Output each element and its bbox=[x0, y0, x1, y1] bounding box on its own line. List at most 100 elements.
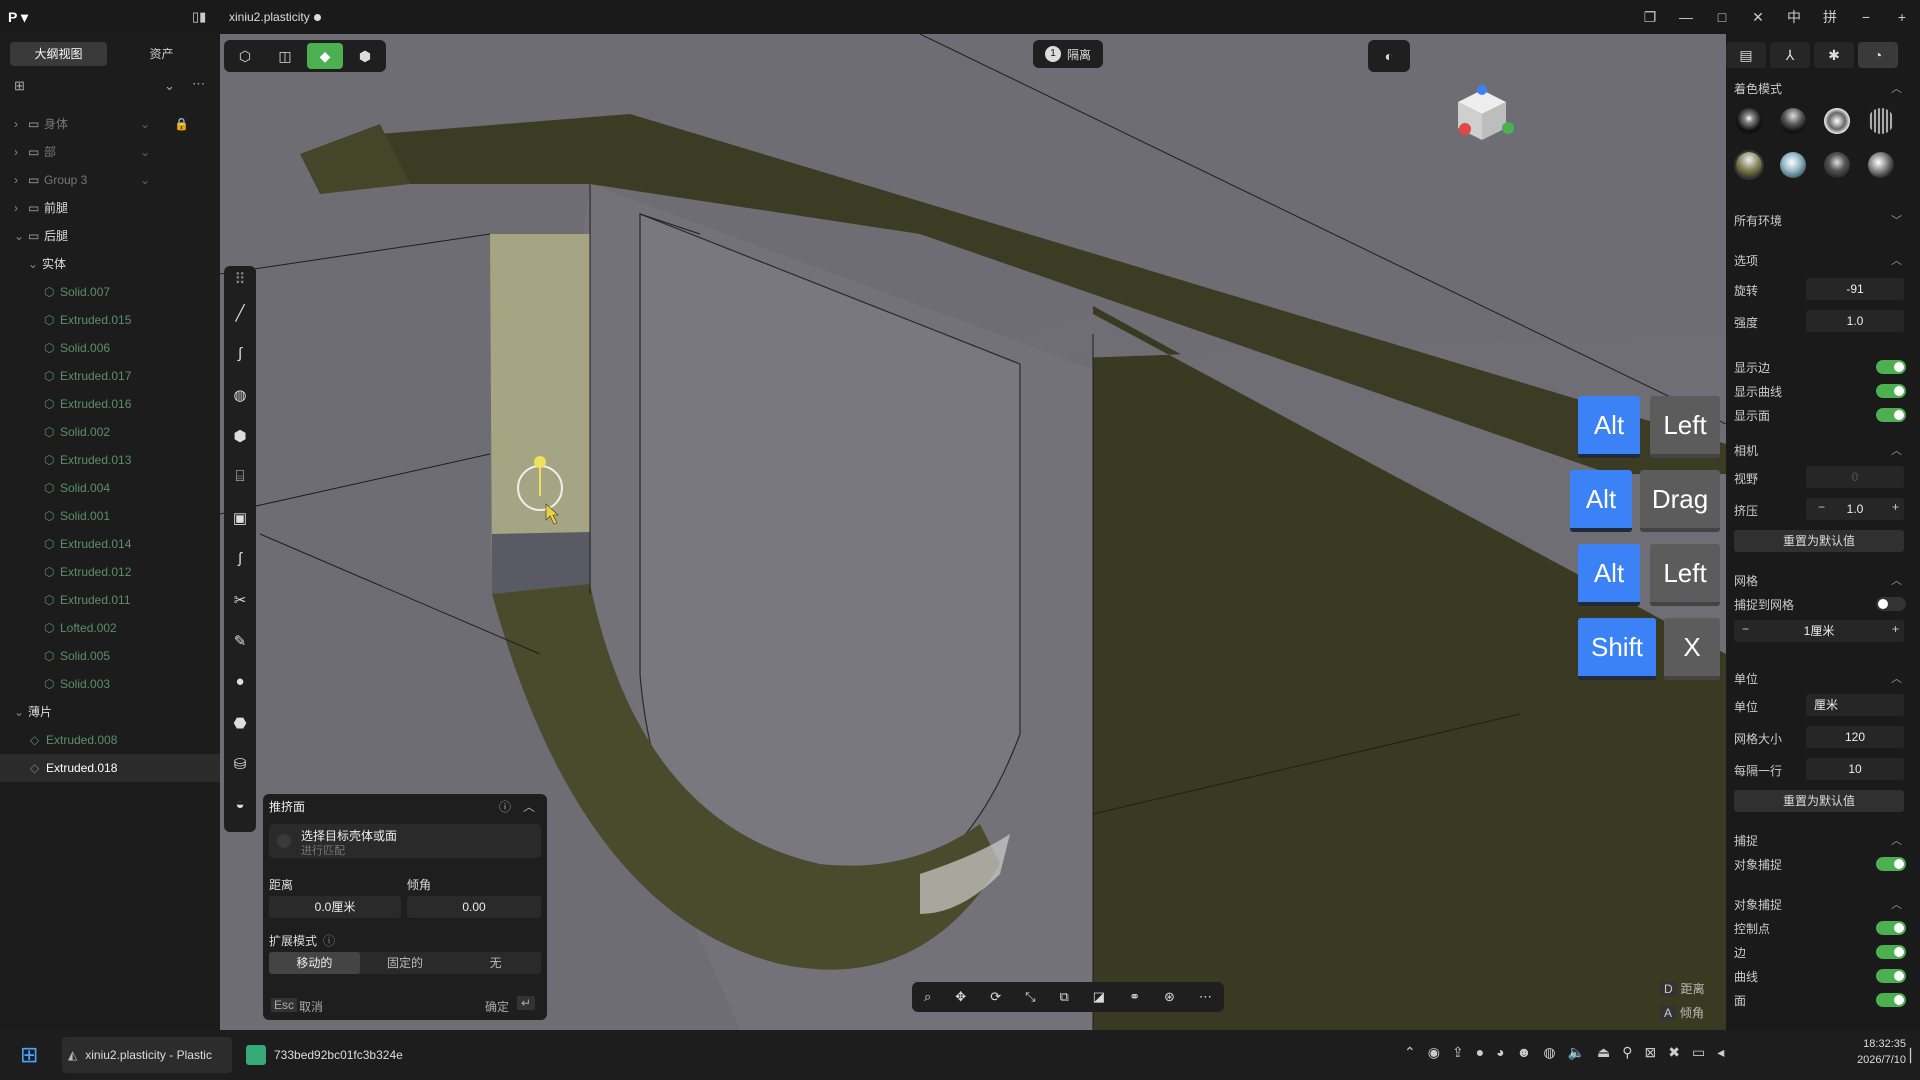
volume-icon[interactable]: 🔈 bbox=[1568, 1044, 1585, 1061]
face-mode-icon[interactable]: ◆ bbox=[307, 43, 343, 69]
tab-settings-icon[interactable]: ✱ bbox=[1814, 42, 1854, 68]
cancel-button[interactable]: 取消 bbox=[299, 998, 323, 1015]
user-tray-icon[interactable]: ☻ bbox=[1517, 1044, 1532, 1061]
polygon-tool-icon[interactable]: ⬢ bbox=[224, 415, 256, 456]
maximize-button[interactable]: □ bbox=[1704, 9, 1740, 25]
scale-icon[interactable]: ⤡ bbox=[1025, 989, 1035, 1005]
more-icon[interactable]: ⋯ bbox=[192, 76, 205, 92]
pen-tool-icon[interactable]: ✎ bbox=[224, 620, 256, 661]
tree-item[interactable]: ⬡ Lofted.002 bbox=[0, 614, 220, 642]
target-selector[interactable]: 选择目标壳体或面 进行匹配 bbox=[269, 824, 541, 858]
snap-icon[interactable]: ⊛ bbox=[1164, 989, 1175, 1005]
mode-none[interactable]: 无 bbox=[450, 952, 541, 974]
app-menu-icon[interactable]: P ▾ bbox=[0, 9, 36, 26]
shading-matcap-3[interactable] bbox=[1824, 108, 1850, 134]
tree-item[interactable]: ⬡ Extruded.011 bbox=[0, 586, 220, 614]
chevron-down-icon[interactable]: ⌄ bbox=[164, 78, 175, 94]
tree-item[interactable]: ⬡ Solid.005 bbox=[0, 642, 220, 670]
shading-matcap-4[interactable] bbox=[1868, 108, 1894, 134]
tree-item[interactable]: ⬡ Extruded.013 bbox=[0, 446, 220, 474]
line-tool-icon[interactable]: ╱ bbox=[224, 292, 256, 333]
snap-curves-toggle[interactable] bbox=[1876, 969, 1906, 983]
every-row-input[interactable]: 10 bbox=[1806, 758, 1904, 780]
visibility-chevron-icon[interactable]: ⌄ bbox=[140, 110, 150, 138]
plus-icon[interactable]: + bbox=[1892, 622, 1899, 636]
strength-input[interactable]: 1.0 bbox=[1806, 310, 1904, 332]
boolean-icon[interactable]: ◪ bbox=[1093, 989, 1105, 1005]
new-folder-icon[interactable]: ⊞ bbox=[14, 78, 25, 94]
app-tray-icon[interactable]: ◕ bbox=[1496, 1044, 1504, 1061]
snap-faces-toggle[interactable] bbox=[1876, 993, 1906, 1007]
show-curves-toggle[interactable] bbox=[1876, 384, 1906, 398]
taskbar-app-2[interactable]: 733bed92bc01fc3b324e bbox=[246, 1037, 403, 1073]
input-method-icon[interactable]: 中 bbox=[1776, 7, 1812, 27]
chevron-down-icon[interactable]: ⌄ bbox=[14, 698, 24, 726]
monitor-icon[interactable]: ▭ bbox=[1692, 1044, 1705, 1061]
tree-item[interactable]: ⌄ ▭ 后腿 bbox=[0, 222, 220, 250]
tree-item[interactable]: ⬡ Extruded.017 bbox=[0, 362, 220, 390]
mode-fixed[interactable]: 固定的 bbox=[360, 952, 451, 974]
tree-item[interactable]: › ▭ Group 3 ⌄ bbox=[0, 166, 220, 194]
solid-mode-icon[interactable]: ⬢ bbox=[347, 43, 383, 69]
cube-tool-icon[interactable]: ⬣ bbox=[224, 702, 256, 743]
curve-tool-icon[interactable]: ∫ bbox=[224, 333, 256, 374]
object-snap-toggle[interactable] bbox=[1876, 857, 1906, 871]
spline-tool-icon[interactable]: ʃ bbox=[224, 538, 256, 579]
tree-item[interactable]: ⌄ 实体 bbox=[0, 250, 220, 278]
close-tray-icon[interactable]: ✖ bbox=[1668, 1044, 1680, 1061]
fov-input[interactable]: 0 bbox=[1806, 466, 1904, 488]
fillet-tool-icon[interactable]: ◒ bbox=[224, 784, 256, 825]
snap-grid-toggle[interactable] bbox=[1876, 597, 1906, 611]
distance-input[interactable]: 0.0厘米 bbox=[269, 896, 401, 918]
isolate-button[interactable]: 1 隔离 bbox=[1033, 40, 1103, 68]
shading-matcap-2[interactable] bbox=[1780, 108, 1806, 134]
tree-item[interactable]: ⬡ Solid.006 bbox=[0, 334, 220, 362]
tree-item[interactable]: ⬡ Extruded.016 bbox=[0, 390, 220, 418]
angle-input[interactable]: 0.00 bbox=[407, 896, 541, 918]
tab-nodes-icon[interactable]: ⅄ bbox=[1770, 42, 1810, 68]
cylinder-tool-icon[interactable]: ⌸ bbox=[224, 456, 256, 497]
shading-matcap-6[interactable] bbox=[1780, 152, 1806, 178]
layout-icon[interactable]: ❐ bbox=[1632, 9, 1668, 26]
tab-assets[interactable]: 资产 bbox=[113, 42, 210, 66]
speaker-icon[interactable]: ◂ bbox=[1717, 1044, 1724, 1061]
tab-render-icon[interactable]: ◔ bbox=[1858, 42, 1898, 68]
stack-tool-icon[interactable]: ⛁ bbox=[224, 743, 256, 784]
windows-start-icon[interactable]: ⊞ bbox=[20, 1042, 38, 1068]
zoom-in-icon[interactable]: + bbox=[1884, 9, 1920, 25]
units-select[interactable]: 厘米 bbox=[1806, 694, 1904, 716]
cut-tool-icon[interactable]: ✂ bbox=[224, 579, 256, 620]
mode-info-icon[interactable]: ⓘ bbox=[323, 932, 335, 949]
chevron-down-icon[interactable]: ﹀ bbox=[1891, 212, 1902, 228]
collapse-icon[interactable]: ︿ bbox=[1891, 252, 1902, 268]
environment-select[interactable]: 所有环境 bbox=[1734, 212, 1782, 229]
rotate-icon[interactable]: ⟳ bbox=[990, 989, 1001, 1005]
tree-item[interactable]: ⬡ Solid.003 bbox=[0, 670, 220, 698]
chevron-down-icon[interactable]: ⌄ bbox=[14, 222, 24, 250]
visibility-chevron-icon[interactable]: ⌄ bbox=[140, 166, 150, 194]
shading-matcap-7[interactable] bbox=[1824, 152, 1850, 178]
tree-item[interactable]: › ▭ 部 ⌄ bbox=[0, 138, 220, 166]
grid-size-input[interactable]: 120 bbox=[1806, 726, 1904, 748]
shading-matcap-5[interactable] bbox=[1734, 150, 1764, 180]
chevron-right-icon[interactable]: › bbox=[14, 194, 18, 222]
tree-item[interactable]: ⬡ Solid.002 bbox=[0, 418, 220, 446]
tab-layers-icon[interactable]: ▤ bbox=[1726, 42, 1766, 68]
network-icon[interactable]: ⊠ bbox=[1645, 1044, 1657, 1061]
chevron-down-icon[interactable]: ⌄ bbox=[28, 250, 38, 278]
info-icon[interactable]: ⓘ bbox=[499, 794, 511, 820]
link-icon[interactable]: ⚭ bbox=[1129, 989, 1140, 1005]
drag-handle-icon[interactable]: ⠿ bbox=[224, 266, 256, 292]
collapse-icon[interactable]: ︿ bbox=[1891, 80, 1902, 96]
box-tool-icon[interactable]: ▣ bbox=[224, 497, 256, 538]
zoom-out-icon[interactable]: − bbox=[1848, 9, 1884, 25]
snap-edges-toggle[interactable] bbox=[1876, 945, 1906, 959]
circle-tool-icon[interactable]: ◍ bbox=[224, 374, 256, 415]
tree-item[interactable]: ⌄ 薄片 bbox=[0, 698, 220, 726]
tree-item[interactable]: ⬡ Extruded.012 bbox=[0, 558, 220, 586]
tree-item[interactable]: › ▭ 身体 ⌄ 🔒 bbox=[0, 110, 220, 138]
clock[interactable]: 18:32:35 2026/7/10 bbox=[1857, 1036, 1906, 1068]
show-edges-toggle[interactable] bbox=[1876, 360, 1906, 374]
snap-control-points-toggle[interactable] bbox=[1876, 921, 1906, 935]
collapse-icon[interactable]: ︿ bbox=[1891, 442, 1902, 458]
